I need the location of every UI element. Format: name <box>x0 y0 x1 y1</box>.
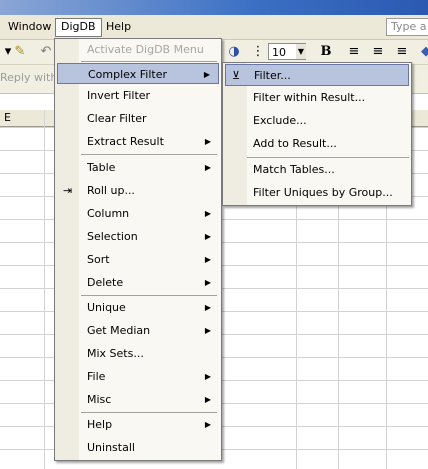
menu-item-get-median[interactable]: Get Median ▶ <box>57 320 219 341</box>
digdb-menu: Activate DigDB Menu Complex Filter ▶ Inve… <box>54 38 222 461</box>
highlight-icon[interactable]: ◆ <box>418 44 428 60</box>
ask-question-box[interactable]: Type a <box>386 18 428 36</box>
align-center-icon[interactable]: ≡ <box>370 44 386 60</box>
menu-help[interactable]: Help <box>102 19 135 35</box>
submenu-arrow-icon: ▶ <box>204 420 211 429</box>
menu-separator <box>81 61 217 62</box>
filter-icon: ⊻ <box>232 69 241 82</box>
menu-item-clear-filter[interactable]: Clear Filter <box>57 108 219 129</box>
submenu-arrow-icon: ▶ <box>204 137 211 146</box>
submenu-arrow-icon: ▶ <box>204 395 211 404</box>
menu-item-column[interactable]: Column ▶ <box>57 203 219 224</box>
menu-item-help[interactable]: Help ▶ <box>57 414 219 435</box>
chevron-down-icon[interactable]: ▼ <box>296 44 306 59</box>
align-left-icon[interactable]: ≡ <box>346 44 362 60</box>
toolbar-grip-icon[interactable]: ⋮ <box>250 44 266 60</box>
submenu-arrow-icon: ▶ <box>204 163 211 172</box>
title-bar <box>0 0 428 15</box>
menu-item-roll-up[interactable]: ⇥ Roll up... <box>57 180 219 201</box>
menu-digdb[interactable]: DigDB <box>55 18 102 37</box>
submenu-arrow-icon: ▶ <box>204 278 211 287</box>
format-painter-icon[interactable]: ✎ <box>12 44 28 60</box>
submenu-arrow-icon: ▶ <box>204 209 211 218</box>
submenu-arrow-icon: ▶ <box>204 372 211 381</box>
menu-item-sort[interactable]: Sort ▶ <box>57 249 219 270</box>
menu-separator <box>81 295 217 296</box>
menu-separator <box>81 412 217 413</box>
align-right-icon[interactable]: ≡ <box>394 44 410 60</box>
menu-item-table[interactable]: Table ▶ <box>57 157 219 178</box>
submenu-item-add-to-result[interactable]: Add to Result... <box>225 133 409 155</box>
menu-item-unique[interactable]: Unique ▶ <box>57 297 219 318</box>
column-header-e[interactable]: E <box>4 111 11 124</box>
menu-separator <box>81 154 217 155</box>
submenu-arrow-icon: ▶ <box>204 232 211 241</box>
complex-filter-submenu: ⊻ Filter... Filter within Result... Exclu… <box>222 62 412 206</box>
submenu-arrow-icon: ▶ <box>204 255 211 264</box>
rollup-icon: ⇥ <box>63 184 73 197</box>
submenu-item-filter-within-result[interactable]: Filter within Result... <box>225 87 409 109</box>
submenu-arrow-icon: ▶ <box>204 303 211 312</box>
submenu-arrow-icon: ▶ <box>204 326 211 335</box>
submenu-item-exclude[interactable]: Exclude... <box>225 110 409 132</box>
menu-separator <box>247 157 409 158</box>
bold-button[interactable]: B <box>318 44 334 60</box>
submenu-arrow-icon: ▶ <box>203 70 210 79</box>
menu-bar: Window DigDB Help <box>0 15 428 40</box>
menu-item-selection[interactable]: Selection ▶ <box>57 226 219 247</box>
grid-line <box>44 110 45 469</box>
menu-item-extract-result[interactable]: Extract Result ▶ <box>57 131 219 152</box>
menu-item-activate-digdb[interactable]: Activate DigDB Menu <box>57 39 219 60</box>
menu-item-misc[interactable]: Misc ▶ <box>57 389 219 410</box>
undo-icon[interactable]: ↶ <box>38 44 54 60</box>
menu-item-complex-filter[interactable]: Complex Filter ▶ <box>57 63 219 84</box>
menu-item-file[interactable]: File ▶ <box>57 366 219 387</box>
submenu-item-filter-uniques-by-group[interactable]: Filter Uniques by Group... <box>225 182 409 204</box>
help-circle-icon[interactable]: ◑ <box>226 44 242 60</box>
menu-item-mix-sets[interactable]: Mix Sets... <box>57 343 219 364</box>
menu-item-uninstall[interactable]: Uninstall <box>57 437 219 458</box>
menu-item-delete[interactable]: Delete ▶ <box>57 272 219 293</box>
menu-item-invert-filter[interactable]: Invert Filter <box>57 85 219 106</box>
submenu-item-filter[interactable]: ⊻ Filter... <box>225 64 409 86</box>
submenu-item-match-tables[interactable]: Match Tables... <box>225 159 409 181</box>
menu-window[interactable]: Window <box>4 19 55 35</box>
